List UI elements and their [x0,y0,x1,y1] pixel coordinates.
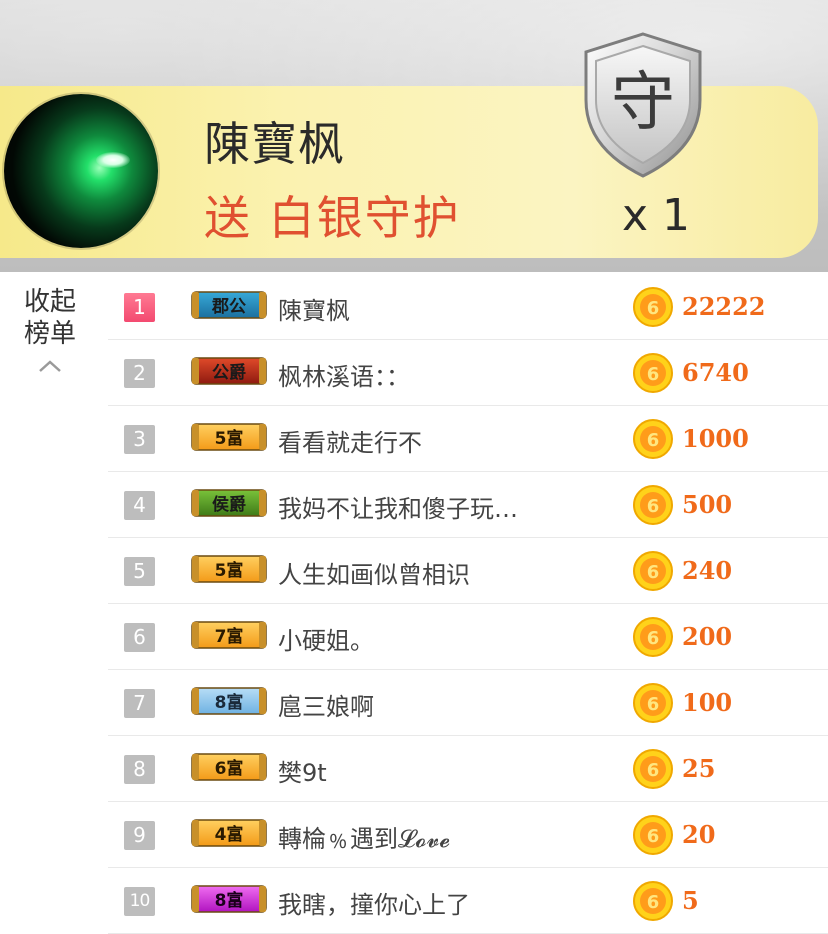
contribution-amount: 6740 [682,358,749,387]
user-name[interactable]: 看看就走行不 [278,423,422,458]
svg-text:6: 6 [647,826,660,847]
svg-text:6: 6 [647,298,660,319]
level-badge-icon: 8富 [191,885,267,913]
coin-icon: 6 [633,683,673,723]
level-badge-label: 5富 [215,560,244,581]
level-badge-label: 4富 [215,824,244,845]
silver-guard-shield-icon: 守 [584,32,702,178]
level-badge-icon: 5富 [191,555,267,583]
rank-number: 10 [124,887,155,916]
level-badge-icon: 5富 [191,423,267,451]
user-name[interactable]: 我妈不让我和傻子玩… [278,489,518,524]
contribution-ranking-list: 1 郡公 陳寶枫 6 22222 2 公爵 枫林溪语：： 6 6740 3 5富 看看就走行不 6 1000… [108,274,828,934]
level-badge-icon: 侯爵 [191,489,267,517]
level-badge-icon: 6富 [191,753,267,781]
ranking-row[interactable]: 3 5富 看看就走行不 6 1000 [108,406,828,472]
level-badge-label: 5富 [215,428,244,449]
gift-banner: 陳寶枫 送 白银守护 守 x 1 [0,0,828,272]
gift-count: x 1 [622,190,691,241]
rank-number: 8 [124,755,155,784]
ranking-row[interactable]: 9 4富 轉棆﹪遇到𝓛𝓸𝓿𝓮 6 20 [108,802,828,868]
level-badge-icon: 4富 [191,819,267,847]
ranking-row[interactable]: 2 公爵 枫林溪语：： 6 6740 [108,340,828,406]
coin-icon: 6 [633,419,673,459]
user-name[interactable]: 扈三娘啊 [278,687,374,722]
svg-text:6: 6 [647,430,660,451]
coin-icon: 6 [633,353,673,393]
coin-icon: 6 [633,287,673,327]
collapse-label-line2: 榜单 [23,319,76,349]
level-badge-label: 8富 [215,890,244,911]
svg-text:6: 6 [647,694,660,715]
coin-icon: 6 [633,881,673,921]
svg-text:6: 6 [647,628,660,649]
ranking-row[interactable]: 10 8富 我瞎，撞你心上了 6 5 [108,868,828,934]
contribution-amount: 1000 [682,424,749,453]
level-badge-icon: 7富 [191,621,267,649]
user-name[interactable]: 枫林溪语：： [278,357,410,392]
user-name[interactable]: 樊9t [278,753,327,788]
user-name[interactable]: 人生如画似曾相识 [278,555,470,590]
level-badge-label: 侯爵 [212,494,246,515]
sender-name: 陳寶枫 [204,117,345,171]
contribution-amount: 240 [682,556,733,585]
level-badge-label: 公爵 [212,362,246,383]
coin-icon: 6 [633,551,673,591]
level-badge-icon: 8富 [191,687,267,715]
gift-description: 送 白银守护 [204,191,461,245]
rank-number: 2 [124,359,155,388]
coin-icon: 6 [633,617,673,657]
svg-text:6: 6 [647,364,660,385]
user-name[interactable]: 我瞎，撞你心上了 [278,885,470,920]
svg-text:6: 6 [647,562,660,583]
ranking-row[interactable]: 7 8富 扈三娘啊 6 100 [108,670,828,736]
contribution-amount: 100 [682,688,733,717]
level-badge-icon: 郡公 [191,291,267,319]
rank-number: 5 [124,557,155,586]
coin-icon: 6 [633,815,673,855]
user-name[interactable]: 小硬姐。 [278,621,374,656]
contribution-amount: 500 [682,490,733,519]
rank-number: 9 [124,821,155,850]
rank-number: 7 [124,689,155,718]
ranking-row[interactable]: 6 7富 小硬姐。 6 200 [108,604,828,670]
ranking-row[interactable]: 8 6富 樊9t 6 25 [108,736,828,802]
user-name[interactable]: 轉棆﹪遇到𝓛𝓸𝓿𝓮 [278,819,450,854]
svg-text:6: 6 [647,760,660,781]
svg-text:6: 6 [647,892,660,913]
svg-text:6: 6 [647,496,660,517]
ranking-row[interactable]: 4 侯爵 我妈不让我和傻子玩… 6 500 [108,472,828,538]
user-name[interactable]: 陳寶枫 [278,291,350,326]
collapse-label-line1: 收起 [23,287,76,317]
level-badge-label: 7富 [215,626,244,647]
rank-number: 1 [124,293,155,322]
coin-icon: 6 [633,485,673,525]
level-badge-label: 8富 [215,692,244,713]
shield-char: 守 [611,66,675,140]
contribution-amount: 200 [682,622,733,651]
level-badge-icon: 公爵 [191,357,267,385]
rank-number: 6 [124,623,155,652]
chevron-up-icon [39,360,61,372]
sender-avatar[interactable] [4,94,158,248]
contribution-amount: 20 [682,820,716,849]
ranking-row[interactable]: 1 郡公 陳寶枫 6 22222 [108,274,828,340]
contribution-amount: 25 [682,754,716,783]
rank-number: 4 [124,491,155,520]
contribution-amount: 22222 [682,292,766,321]
ranking-row[interactable]: 5 5富 人生如画似曾相识 6 240 [108,538,828,604]
coin-icon: 6 [633,749,673,789]
rank-number: 3 [124,425,155,454]
collapse-ranking-button[interactable]: 收起 榜单 [14,286,86,374]
contribution-amount: 5 [682,886,699,915]
level-badge-label: 6富 [215,758,244,779]
level-badge-label: 郡公 [211,297,246,317]
